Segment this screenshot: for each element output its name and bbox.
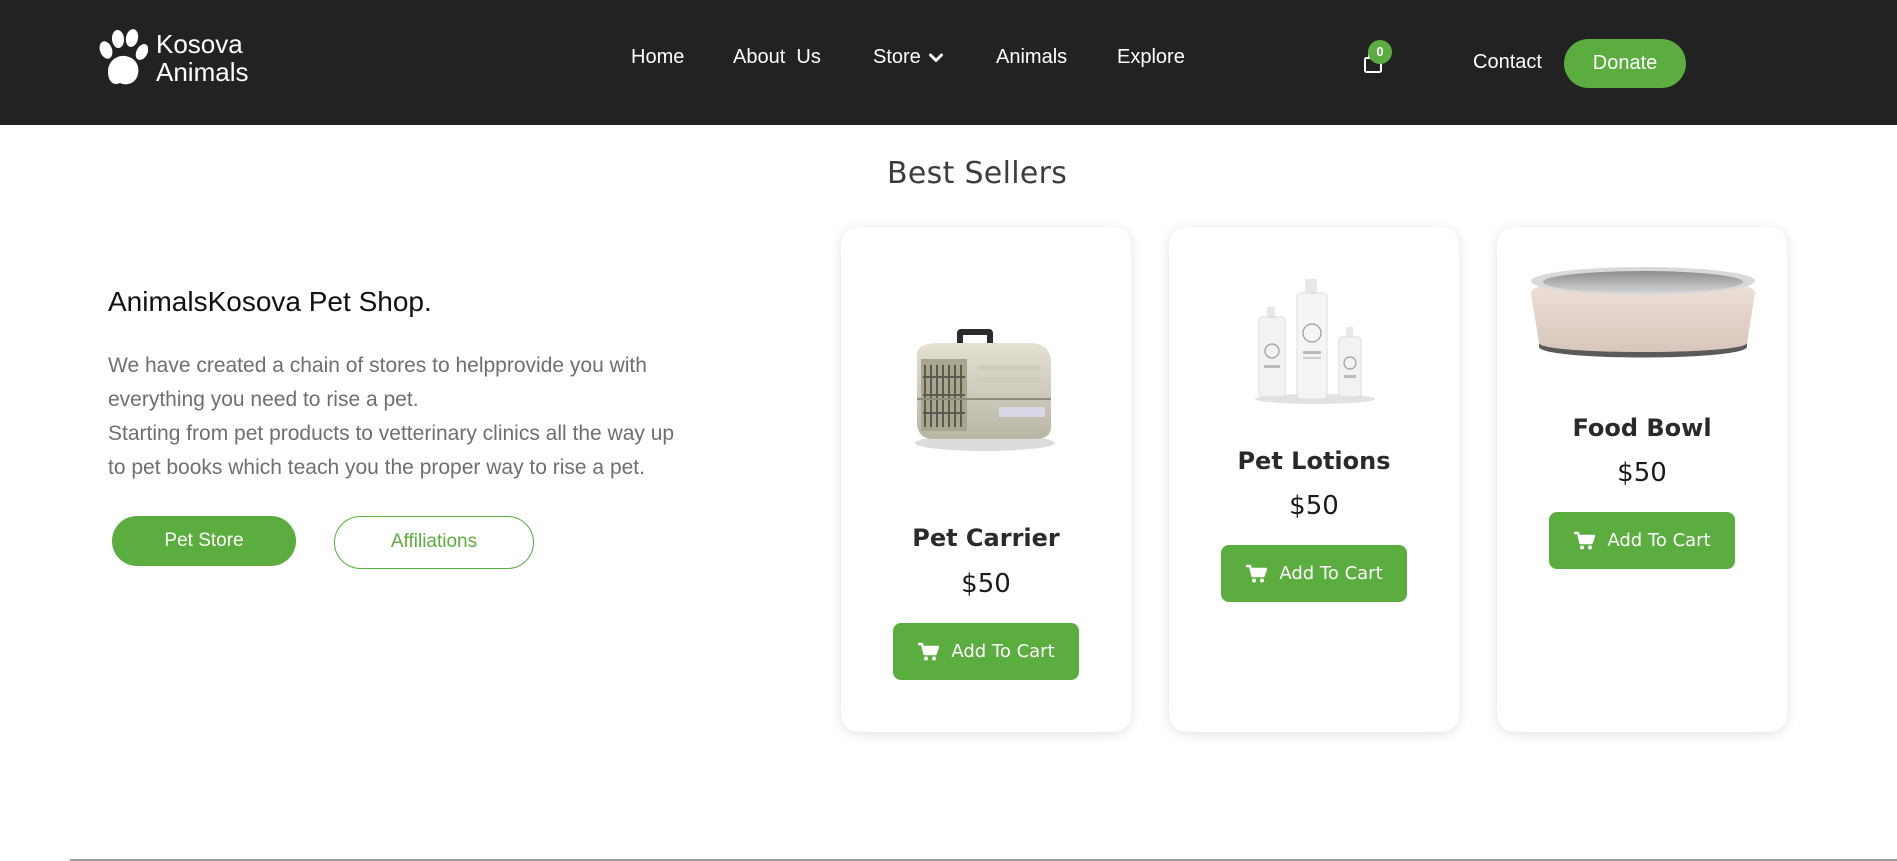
intro-text: We have created a chain of stores to hel… — [108, 349, 748, 485]
nav-store-label: Store — [873, 46, 921, 68]
paw-icon — [99, 29, 148, 85]
nav-home[interactable]: Home — [631, 46, 684, 69]
nav-contact[interactable]: Contact — [1473, 51, 1542, 74]
nav-animals[interactable]: Animals — [996, 46, 1067, 69]
add-to-cart-button[interactable]: Add To Cart — [1221, 545, 1407, 602]
product-name: Pet Lotions — [1237, 447, 1391, 475]
product-price: $50 — [1289, 491, 1339, 521]
product-price: $50 — [1617, 458, 1667, 488]
product-card-pet-carrier: Pet Carrier $50 Add To Cart — [841, 227, 1131, 732]
product-card-pet-lotions: Pet Lotions $50 Add To Cart — [1169, 227, 1459, 732]
cart-icon — [918, 642, 940, 660]
nav-about-us[interactable]: About Us — [733, 46, 821, 69]
intro-text-line: to pet books which teach you the proper … — [108, 456, 645, 479]
add-to-cart-label: Add To Cart — [1279, 563, 1383, 584]
add-to-cart-label: Add To Cart — [1607, 530, 1711, 551]
intro-title: AnimalsKosova Pet Shop. — [108, 286, 432, 317]
add-to-cart-label: Add To Cart — [951, 641, 1055, 662]
logo-line-1: Kosova — [156, 29, 243, 59]
logo-line-2: Animals — [156, 57, 249, 87]
food-bowl-image — [1531, 267, 1755, 358]
product-card-food-bowl: Food Bowl $50 Add To Cart — [1497, 227, 1787, 732]
intro-text-line: We have created a chain of stores to hel… — [108, 354, 647, 377]
site-header: Kosova Animals Home About Us Store Anima… — [0, 0, 1897, 125]
affiliations-button[interactable]: Affiliations — [334, 516, 534, 569]
pet-store-button[interactable]: Pet Store — [112, 516, 296, 566]
nav-store[interactable]: Store — [873, 46, 943, 69]
nav-explore[interactable]: Explore — [1117, 46, 1185, 69]
site-logo[interactable]: Kosova Animals — [96, 28, 248, 88]
best-sellers-title: Best Sellers — [887, 156, 1068, 191]
cart-icon — [1246, 564, 1268, 582]
cart-count-badge: 0 — [1368, 40, 1392, 64]
chevron-down-icon — [928, 53, 943, 62]
pet-carrier-image — [915, 329, 1055, 451]
intro-text-line: everything you need to rise a pet. — [108, 388, 419, 411]
lotion-bottles-image — [1255, 279, 1375, 404]
product-name: Food Bowl — [1572, 414, 1712, 442]
add-to-cart-button[interactable]: Add To Cart — [893, 623, 1079, 680]
product-price: $50 — [961, 569, 1011, 599]
product-name: Pet Carrier — [912, 524, 1060, 552]
cart-icon — [1574, 531, 1596, 549]
add-to-cart-button[interactable]: Add To Cart — [1549, 512, 1735, 569]
intro-text-line: Starting from pet products to vetterinar… — [108, 422, 675, 445]
donate-button[interactable]: Donate — [1564, 39, 1686, 88]
